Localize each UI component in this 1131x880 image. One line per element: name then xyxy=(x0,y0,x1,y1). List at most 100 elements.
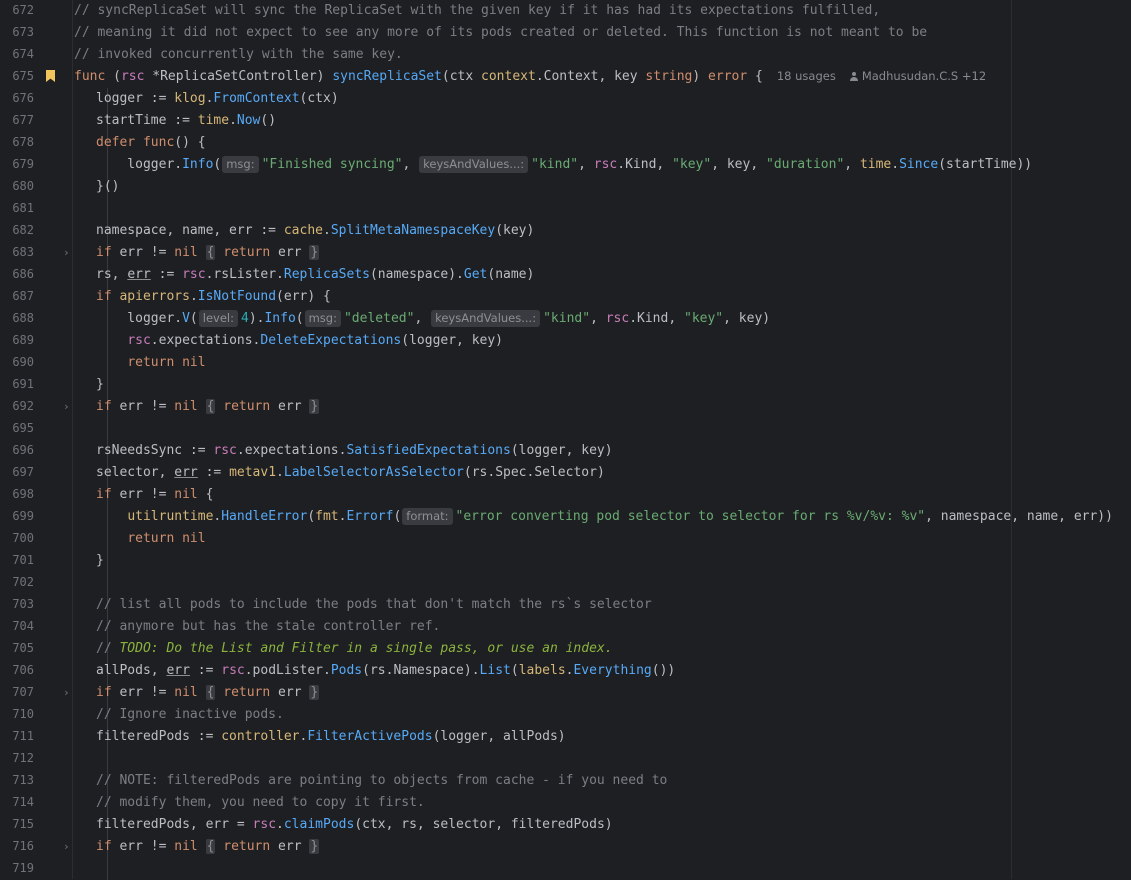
code-line[interactable]: 701 } xyxy=(0,549,1131,571)
comment: // modify them, you need to copy it firs… xyxy=(96,794,425,810)
code-line[interactable]: 710 // Ignore inactive pods. xyxy=(0,703,1131,725)
comment: // syncReplicaSet will sync the ReplicaS… xyxy=(74,2,881,18)
code-line[interactable]: 715 filteredPods, err = rsc.claimPods(ct… xyxy=(0,813,1131,835)
code-line[interactable]: 690 return nil xyxy=(0,351,1131,373)
code-line[interactable]: 687 if apierrors.IsNotFound(err) { xyxy=(0,285,1131,307)
code-line[interactable]: 673 // meaning it did not expect to see … xyxy=(0,21,1131,43)
line-number: 696 xyxy=(12,443,34,457)
code-line[interactable]: 691 } xyxy=(0,373,1131,395)
line-number: 705 xyxy=(12,641,34,655)
code-line[interactable]: 682 namespace, name, err := cache.SplitM… xyxy=(0,219,1131,241)
code-line[interactable]: 714 // modify them, you need to copy it … xyxy=(0,791,1131,813)
line-number: 682 xyxy=(12,223,34,237)
line-number: 687 xyxy=(12,289,34,303)
fold-chevron-icon[interactable]: › xyxy=(63,246,70,259)
line-number: 702 xyxy=(12,575,34,589)
code-line[interactable]: 686 rs, err := rsc.rsLister.ReplicaSets(… xyxy=(0,263,1131,285)
line-number: 679 xyxy=(12,157,34,171)
line-number: 676 xyxy=(12,91,34,105)
code-line[interactable]: 700 return nil xyxy=(0,527,1131,549)
code-line[interactable]: 716 › if err != nil { return err } xyxy=(0,835,1131,857)
line-number: 712 xyxy=(12,751,34,765)
param-hint: format: xyxy=(402,507,453,525)
fold-chevron-icon[interactable]: › xyxy=(63,840,70,853)
line-number: 681 xyxy=(12,201,34,215)
line-number: 675 xyxy=(12,69,34,83)
code-line[interactable]: 675 func (rsc *ReplicaSetController) syn… xyxy=(0,65,1131,87)
line-number: 683 xyxy=(12,245,34,259)
author-icon xyxy=(849,71,858,81)
fold-chevron-icon[interactable]: › xyxy=(63,686,70,699)
code-line[interactable]: 704 // anymore but has the stale control… xyxy=(0,615,1131,637)
code-line[interactable]: 697 selector, err := metav1.LabelSelecto… xyxy=(0,461,1131,483)
param-hint: level: xyxy=(198,309,238,327)
line-number: 677 xyxy=(12,113,34,127)
line-number: 678 xyxy=(12,135,34,149)
code-line[interactable]: 706 allPods, err := rsc.podLister.Pods(r… xyxy=(0,659,1131,681)
code-line[interactable]: 692 › if err != nil { return err } xyxy=(0,395,1131,417)
code-line[interactable]: 674 // invoked concurrently with the sam… xyxy=(0,43,1131,65)
code-line[interactable]: 707 › if err != nil { return err } xyxy=(0,681,1131,703)
code-line[interactable]: 677 startTime := time.Now() xyxy=(0,109,1131,131)
line-number: 701 xyxy=(12,553,34,567)
code-line[interactable]: 705 // TODO: Do the List and Filter in a… xyxy=(0,637,1131,659)
line-number: 710 xyxy=(12,707,34,721)
line-number: 700 xyxy=(12,531,34,545)
code-line[interactable]: 713 // NOTE: filteredPods are pointing t… xyxy=(0,769,1131,791)
line-number: 697 xyxy=(12,465,34,479)
code-line[interactable]: 702 xyxy=(0,571,1131,593)
code-line[interactable]: 688 logger.V(level: 4).Info(msg: "deleted"… xyxy=(0,307,1131,329)
code-line[interactable]: 676 logger := klog.FromContext(ctx) xyxy=(0,87,1131,109)
param-hint: msg: xyxy=(304,309,341,327)
line-number: 674 xyxy=(12,47,34,61)
code-line[interactable]: 712 xyxy=(0,747,1131,769)
code-line[interactable]: 703 // list all pods to include the pods… xyxy=(0,593,1131,615)
code-line[interactable]: 696 rsNeedsSync := rsc.expectations.Sati… xyxy=(0,439,1131,461)
author-link[interactable]: Madhusudan.C.S +12 xyxy=(862,69,986,83)
line-number: 695 xyxy=(12,421,34,435)
code-line[interactable]: 695 xyxy=(0,417,1131,439)
comment: // anymore but has the stale controller … xyxy=(96,618,441,634)
line-number: 689 xyxy=(12,333,34,347)
code-editor[interactable]: 672 // syncReplicaSet will sync the Repl… xyxy=(0,0,1131,880)
usages-link[interactable]: 18 usages xyxy=(777,69,836,83)
line-number: 706 xyxy=(12,663,34,677)
code-line[interactable]: 681 xyxy=(0,197,1131,219)
code-line[interactable]: 689 rsc.expectations.DeleteExpectations(… xyxy=(0,329,1131,351)
line-number: 690 xyxy=(12,355,34,369)
code-line[interactable]: 698 if err != nil { xyxy=(0,483,1131,505)
comment: // NOTE: filteredPods are pointing to ob… xyxy=(96,772,668,788)
code-line[interactable]: 711 filteredPods := controller.FilterAct… xyxy=(0,725,1131,747)
code-line[interactable]: 699 utilruntime.HandleError(fmt.Errorf(f… xyxy=(0,505,1131,527)
line-number: 692 xyxy=(12,399,34,413)
line-number: 715 xyxy=(12,817,34,831)
line-number: 699 xyxy=(12,509,34,523)
line-number: 686 xyxy=(12,267,34,281)
comment: // meaning it did not expect to see any … xyxy=(74,24,928,40)
line-number: 698 xyxy=(12,487,34,501)
code-line[interactable]: 679 logger.Info(msg: "Finished syncing", … xyxy=(0,153,1131,175)
fold-chevron-icon[interactable]: › xyxy=(63,400,70,413)
line-number: 703 xyxy=(12,597,34,611)
line-number: 672 xyxy=(12,3,34,17)
line-number: 673 xyxy=(12,25,34,39)
comment: // Ignore inactive pods. xyxy=(96,706,284,722)
line-number: 716 xyxy=(12,839,34,853)
line-number: 704 xyxy=(12,619,34,633)
code-line[interactable]: 672 // syncReplicaSet will sync the Repl… xyxy=(0,0,1131,21)
param-hint: keysAndValues...: xyxy=(419,155,529,173)
line-number: 713 xyxy=(12,773,34,787)
param-hint: keysAndValues...: xyxy=(431,309,541,327)
line-number: 707 xyxy=(12,685,34,699)
code-line[interactable]: 683 › if err != nil { return err } xyxy=(0,241,1131,263)
comment: // list all pods to include the pods tha… xyxy=(96,596,652,612)
code-line[interactable]: 678 defer func() { xyxy=(0,131,1131,153)
line-number: 691 xyxy=(12,377,34,391)
code-line[interactable]: 719 xyxy=(0,857,1131,879)
bookmark-icon[interactable] xyxy=(46,70,55,82)
param-hint: msg: xyxy=(222,155,259,173)
line-number: 714 xyxy=(12,795,34,809)
code-line[interactable]: 680 }() xyxy=(0,175,1131,197)
todo-comment: TODO: Do the List and Filter in a single… xyxy=(119,640,613,656)
line-number: 719 xyxy=(12,861,34,875)
